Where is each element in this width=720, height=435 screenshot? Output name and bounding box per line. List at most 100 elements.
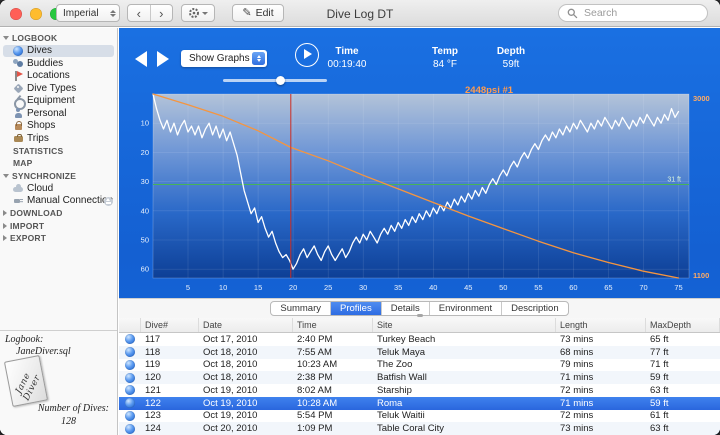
sidebar-item-locations[interactable]: Locations [0, 70, 117, 83]
column-header-site[interactable]: Site [373, 318, 556, 332]
dive-row-120[interactable]: 120 Oct 18, 2010 2:38 PM Batfish Wall 71 min… [119, 371, 720, 384]
dive-maxdepth: 63 ft [650, 384, 669, 396]
action-menu-button[interactable] [181, 4, 215, 22]
sidebar-item-buddies[interactable]: Buddies [0, 57, 117, 70]
sidebar-section-map[interactable]: MAP [0, 157, 117, 170]
dive-length: 73 mins [560, 423, 594, 435]
next-dive-button[interactable] [157, 51, 169, 67]
dive-row-119[interactable]: 119 Oct 18, 2010 10:23 AM The Zoo 79 mins 71 … [119, 358, 720, 372]
eject-icon[interactable] [104, 196, 113, 206]
column-header-maxdepth[interactable]: MaxDepth [646, 318, 720, 332]
location-icon [13, 70, 23, 81]
sidebar-item-shops[interactable]: Shops [0, 120, 117, 133]
sidebar-item-cloud[interactable]: Cloud [0, 182, 117, 195]
dive-icon [125, 423, 135, 434]
graph-mode-dropdown[interactable]: Show Graphs [181, 50, 267, 67]
close-window-button[interactable] [10, 8, 22, 20]
disclosure-triangle-icon[interactable] [3, 222, 7, 229]
units-selector[interactable]: Imperial [56, 4, 120, 22]
disclosure-triangle-icon[interactable] [3, 210, 7, 217]
dive-row-121[interactable]: 121 Oct 19, 2010 8:02 AM Starship 72 mins 63 … [119, 384, 720, 397]
popup-chevrons-icon [252, 52, 265, 65]
sidebar: LOGBOOK Dives Buddies Locations Dive Types Eq… [0, 28, 118, 435]
column-header-time[interactable]: Time [293, 318, 373, 332]
disclosure-triangle-icon[interactable] [3, 36, 9, 41]
dive-time: 10:28 AM [297, 397, 338, 409]
svg-text:70: 70 [639, 283, 647, 292]
column-header-dive-[interactable]: Dive# [141, 318, 199, 332]
svg-text:20: 20 [289, 283, 297, 292]
dive-row-123[interactable]: 123 Oct 19, 2010 5:54 PM Teluk Waitii 72 min… [119, 409, 720, 423]
previous-dive-button[interactable] [135, 51, 147, 67]
column-header-icon[interactable] [119, 318, 141, 332]
dive-row-122[interactable]: 122 Oct 19, 2010 10:28 AM Roma 71 mins 59 ft [119, 396, 720, 410]
search-field[interactable] [558, 4, 708, 22]
tab-environment[interactable]: Environment [430, 302, 503, 315]
sidebar-section-download[interactable]: DOWNLOAD [0, 207, 117, 220]
personal-icon [13, 108, 23, 118]
time-label: Time [335, 46, 359, 57]
gear-icon [189, 8, 199, 18]
svg-text:10: 10 [141, 119, 149, 128]
pane-splitter-handle[interactable] [416, 314, 423, 317]
sidebar-section-label: STATISTICS [13, 145, 64, 156]
dive-count-label: Number of Dives: [37, 403, 109, 414]
time-readout: Time 00:19:40 [315, 45, 379, 71]
dive-time: 10:23 AM [297, 359, 338, 371]
dive-number: 122 [145, 397, 161, 409]
time-value: 00:19:40 [327, 59, 367, 70]
logbook-cover-image: Jane Diver [3, 354, 49, 408]
dive-date: Oct 19, 2010 [203, 384, 258, 396]
divetype-icon [13, 83, 23, 93]
tab-summary[interactable]: Summary [271, 302, 332, 315]
dive-length: 68 mins [560, 346, 594, 358]
dive-maxdepth: 77 ft [650, 346, 669, 358]
playback-slider-knob[interactable] [276, 76, 286, 85]
dive-row-124[interactable]: 124 Oct 20, 2010 1:09 PM Table Coral City 73… [119, 422, 720, 435]
playback-slider-track[interactable] [223, 79, 327, 82]
sidebar-section-label: EXPORT [10, 233, 47, 244]
sidebar-item-dive-types[interactable]: Dive Types [0, 82, 117, 95]
sidebar-section-export[interactable]: EXPORT [0, 232, 117, 245]
sidebar-item-label: Equipment [27, 95, 75, 107]
back-button[interactable]: ‹ [128, 5, 151, 21]
sidebar-item-trips[interactable]: Trips [0, 132, 117, 145]
playback-slider[interactable] [223, 76, 327, 85]
sidebar-section-import[interactable]: IMPORT [0, 220, 117, 233]
dive-time: 5:54 PM [297, 410, 333, 422]
sidebar-section-label: MAP [13, 158, 33, 169]
dive-profile-chart[interactable]: 5 10 15 20 25 30 35 40 45 50 55 60 65 70 75 10 20 30 40 50 6… [129, 88, 715, 296]
tab-description[interactable]: Description [502, 302, 568, 315]
minimize-window-button[interactable] [30, 8, 42, 20]
graph-mode-value: Show Graphs [189, 53, 250, 64]
sidebar-item-label: Trips [27, 132, 49, 144]
dive-time: 2:40 PM [297, 333, 333, 345]
search-input[interactable] [582, 6, 699, 20]
sidebar-section-logbook[interactable]: LOGBOOK [0, 32, 117, 45]
disclosure-triangle-icon[interactable] [3, 235, 7, 242]
sidebar-item-personal[interactable]: Personal [0, 107, 117, 120]
edit-button[interactable]: ✎ Edit [232, 4, 284, 22]
sidebar-item-equipment[interactable]: Equipment [0, 95, 117, 110]
dive-maxdepth: 59 ft [650, 397, 669, 409]
dive-table-header: Dive# Date Time Site Length MaxDepth [119, 318, 720, 333]
sidebar-item-dives[interactable]: Dives [3, 44, 114, 57]
sidebar-section-synchronize[interactable]: SYNCHRONIZE [0, 170, 117, 183]
search-icon [567, 8, 578, 18]
column-header-length[interactable]: Length [556, 318, 646, 332]
dive-site: The Zoo [377, 359, 413, 371]
tab-profiles[interactable]: Profiles [331, 302, 382, 315]
sidebar-item-manual-connection[interactable]: Manual Connection [0, 195, 117, 208]
forward-button[interactable]: › [151, 5, 173, 21]
svg-text:65: 65 [604, 283, 612, 292]
svg-text:10: 10 [219, 283, 227, 292]
dive-number: 120 [145, 372, 161, 384]
sidebar-section-label: LOGBOOK [12, 33, 58, 44]
dive-icon [125, 359, 135, 370]
sidebar-section-statistics[interactable]: STATISTICS [0, 145, 117, 158]
column-header-date[interactable]: Date [199, 318, 293, 332]
dive-row-118[interactable]: 118 Oct 18, 2010 7:55 AM Teluk Maya 68 mins 7… [119, 345, 720, 359]
disclosure-triangle-icon[interactable] [3, 173, 9, 178]
tab-details[interactable]: Details [382, 302, 430, 315]
dive-row-117[interactable]: 117 Oct 17, 2010 2:40 PM Turkey Beach 73 min… [119, 333, 720, 346]
